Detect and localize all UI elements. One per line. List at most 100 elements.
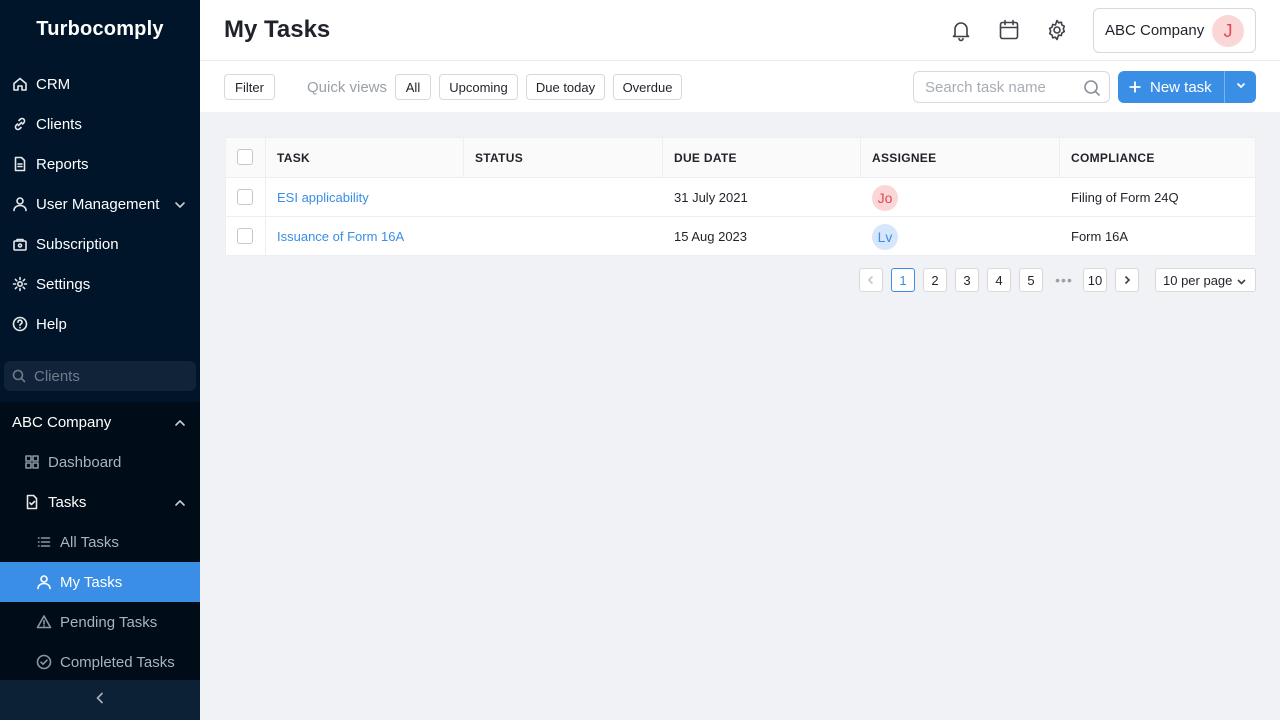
- sidebar-item-completed-tasks[interactable]: Completed Tasks: [0, 642, 200, 682]
- chevron-up-icon: [174, 496, 186, 508]
- sidebar-item-label: Completed Tasks: [60, 653, 175, 671]
- task-due-date: 15 Aug 2023: [674, 229, 748, 244]
- per-page-select[interactable]: 10 per page: [1155, 268, 1256, 292]
- sidebar-item-label: My Tasks: [60, 573, 123, 591]
- pagination-page-4[interactable]: 4: [987, 268, 1011, 292]
- report-icon: [12, 156, 28, 172]
- dashboard-icon: [24, 454, 40, 470]
- table-row[interactable]: ESI applicability 31 July 2021 Jo Filing…: [226, 178, 1255, 217]
- new-task-button[interactable]: New task: [1118, 71, 1224, 103]
- quick-view-overdue[interactable]: Overdue: [613, 74, 682, 100]
- sidebar-item-user-management[interactable]: User Management: [0, 184, 200, 224]
- new-task-dropdown-button[interactable]: [1224, 71, 1256, 103]
- row-checkbox[interactable]: [237, 189, 253, 205]
- sidebar-item-label: Clients: [36, 115, 82, 133]
- quick-view-upcoming[interactable]: Upcoming: [439, 74, 518, 100]
- user-icon: [36, 574, 52, 590]
- pagination-page-10[interactable]: 10: [1083, 268, 1107, 292]
- sidebar-item-dashboard[interactable]: Dashboard: [0, 442, 200, 482]
- sidebar-item-label: Reports: [36, 155, 89, 173]
- help-icon: [12, 316, 28, 332]
- sidebar-item-clients[interactable]: Clients: [0, 104, 200, 144]
- sidebar-company-label: ABC Company: [12, 413, 112, 431]
- column-header-task[interactable]: TASK: [277, 138, 310, 178]
- app-logo: Turbocomply: [36, 18, 164, 40]
- sidebar-item-subscription[interactable]: Subscription: [0, 224, 200, 264]
- sidebar-search-input[interactable]: Clients: [4, 361, 196, 391]
- column-header-assignee[interactable]: ASSIGNEE: [872, 138, 936, 178]
- table-row[interactable]: Issuance of Form 16A 15 Aug 2023 Lv Form…: [226, 217, 1255, 256]
- sidebar-item-tasks[interactable]: Tasks: [0, 482, 200, 522]
- task-toolbar: Filter Quick views All Upcoming Due toda…: [200, 61, 1280, 112]
- warning-icon: [36, 614, 52, 630]
- column-header-status[interactable]: STATUS: [475, 138, 523, 178]
- sidebar-item-pending-tasks[interactable]: Pending Tasks: [0, 602, 200, 642]
- row-checkbox[interactable]: [237, 228, 253, 244]
- user-icon: [12, 196, 28, 212]
- chevron-down-icon: [1236, 275, 1247, 286]
- sidebar-company-toggle[interactable]: ABC Company: [0, 402, 200, 442]
- sidebar-item-label: User Management: [36, 195, 160, 213]
- gear-icon: [12, 276, 28, 292]
- task-link[interactable]: ESI applicability: [277, 190, 369, 205]
- pagination-page-2[interactable]: 2: [923, 268, 947, 292]
- sidebar-item-label: Settings: [36, 275, 91, 293]
- quick-view-all[interactable]: All: [395, 74, 431, 100]
- task-compliance: Filing of Form 24Q: [1071, 190, 1179, 205]
- column-header-due-date[interactable]: DUE DATE: [674, 138, 737, 178]
- sidebar-item-settings[interactable]: Settings: [0, 264, 200, 304]
- assignee-avatar[interactable]: Lv: [872, 223, 898, 250]
- pagination-page-1[interactable]: 1: [891, 268, 915, 292]
- chevron-right-icon: [1122, 273, 1132, 288]
- sidebar-item-label: Tasks: [48, 493, 87, 511]
- task-search-input[interactable]: [925, 78, 1075, 96]
- column-divider: [860, 138, 861, 178]
- page-header: My Tasks ABC Company J: [200, 0, 1280, 61]
- pagination-ellipsis[interactable]: •••: [1053, 268, 1075, 292]
- task-search: [913, 71, 1110, 103]
- chevron-left-icon: [866, 273, 876, 288]
- company-name: ABC Company: [1105, 22, 1205, 39]
- sidebar-item-all-tasks[interactable]: All Tasks: [0, 522, 200, 562]
- home-icon: [12, 76, 28, 92]
- sidebar-item-label: CRM: [36, 75, 71, 93]
- sidebar-item-crm[interactable]: CRM: [0, 64, 200, 104]
- gear-icon[interactable]: [1045, 18, 1069, 42]
- sidebar-item-help[interactable]: Help: [0, 304, 200, 344]
- table-header-row: TASK STATUS DUE DATE ASSIGNEE COMPLIANCE: [226, 138, 1255, 178]
- task-link[interactable]: Issuance of Form 16A: [277, 229, 404, 244]
- column-divider: [1059, 138, 1060, 178]
- assignee-avatar[interactable]: Jo: [872, 184, 898, 211]
- sidebar-item-label: All Tasks: [60, 533, 119, 551]
- quick-views-label: Quick views: [307, 79, 388, 96]
- tasks-icon: [24, 494, 40, 510]
- chevron-up-icon: [174, 416, 186, 428]
- checkbox-column-divider: [265, 138, 266, 255]
- link-icon: [12, 116, 28, 132]
- bell-icon[interactable]: [949, 18, 973, 42]
- sidebar-item-label: Help: [36, 315, 67, 333]
- pagination-prev-button[interactable]: [859, 268, 883, 292]
- sidebar-item-reports[interactable]: Reports: [0, 144, 200, 184]
- sidebar-item-label: Subscription: [36, 235, 119, 253]
- search-icon[interactable]: [1083, 79, 1101, 97]
- pagination-page-5[interactable]: 5: [1019, 268, 1043, 292]
- list-icon: [36, 534, 52, 550]
- column-divider: [463, 138, 464, 178]
- pagination-next-button[interactable]: [1115, 268, 1139, 292]
- subscription-icon: [12, 236, 28, 252]
- company-switcher[interactable]: ABC Company J: [1093, 8, 1256, 53]
- sidebar-item-my-tasks[interactable]: My Tasks: [0, 562, 200, 602]
- chevron-left-icon: [94, 691, 106, 710]
- select-all-checkbox[interactable]: [237, 149, 253, 165]
- quick-view-due-today[interactable]: Due today: [526, 74, 605, 100]
- search-icon: [12, 369, 26, 383]
- avatar[interactable]: J: [1212, 15, 1244, 47]
- sidebar-item-label: Pending Tasks: [60, 613, 158, 631]
- calendar-icon[interactable]: [997, 18, 1021, 42]
- chevron-down-icon: [174, 198, 186, 210]
- filter-button[interactable]: Filter: [224, 74, 275, 100]
- sidebar-collapse-button[interactable]: [0, 680, 200, 720]
- pagination-page-3[interactable]: 3: [955, 268, 979, 292]
- column-header-compliance[interactable]: COMPLIANCE: [1071, 138, 1155, 178]
